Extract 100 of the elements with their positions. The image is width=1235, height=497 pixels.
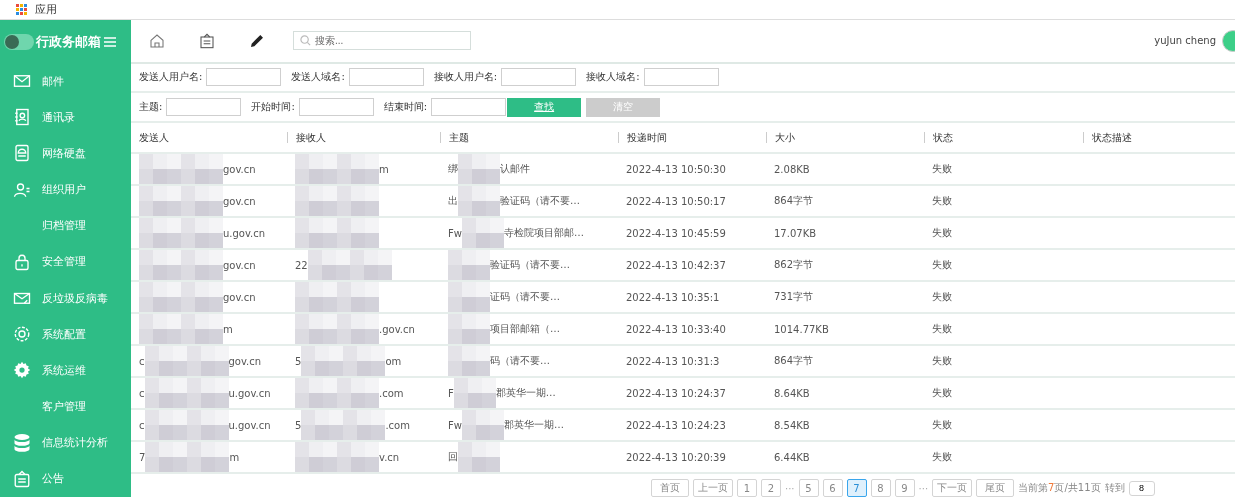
pencil-icon[interactable] [249, 32, 265, 49]
page-button[interactable]: 1 [737, 479, 757, 497]
table-cell-text: 认邮件 [500, 162, 530, 176]
page-button[interactable]: 2 [761, 479, 781, 497]
table-cell-text: c [139, 355, 145, 367]
filter-input[interactable] [643, 68, 719, 87]
table-cell-text: 2022-4-13 10:20:39 [625, 451, 727, 463]
table-cell-text: u.gov.cn [228, 387, 271, 399]
page-info: 当前第7页/共11页 [1018, 481, 1101, 495]
cog-icon [13, 361, 31, 380]
table-cell-text: m [379, 163, 389, 175]
filter-input[interactable] [501, 68, 577, 87]
sidebar-item[interactable]: 邮件 [0, 63, 131, 100]
table-cell-text: 寺检院项目部邮… [503, 226, 584, 240]
filter-label: 主题: [139, 100, 163, 115]
table-cell-text: 出 [448, 194, 458, 208]
table-cell-text: gov.cn [228, 355, 262, 367]
sidebar-item[interactable]: 归档管理 [0, 207, 131, 244]
user-name[interactable]: yuJun cheng [1154, 35, 1216, 47]
app-grid-icon[interactable] [16, 4, 27, 15]
table-cell-text: 2022-4-13 10:45:59 [625, 227, 727, 239]
search-button[interactable]: 查找 [507, 97, 582, 117]
table-cell-text: v.cn [379, 451, 400, 463]
table-cell-text: 失败 [931, 386, 953, 400]
filter-label: 发送人域名: [291, 70, 345, 85]
table-cell-text: 验证码（请不要… [500, 194, 580, 208]
page-button[interactable]: 尾页 [976, 479, 1015, 497]
table-cell-text: 回 [448, 450, 458, 464]
page-button[interactable]: 5 [798, 479, 819, 497]
goto-page-field[interactable]: 8 [1128, 480, 1155, 496]
table-cell-text: gov.cn [223, 195, 256, 207]
table-cell-text: 6.44KB [773, 451, 811, 463]
table-cell-text: 22 [295, 259, 308, 271]
search-field[interactable]: 搜索... [293, 31, 471, 51]
table-cell-text: 731字节 [773, 290, 815, 304]
filter-label: 开始时间: [251, 100, 295, 115]
column-header: 主题 [440, 132, 618, 143]
table-cell-text: Fw [448, 227, 462, 239]
table-cell-text: 17.07KB [773, 227, 818, 239]
table-cell-text: 8.54KB [773, 419, 811, 431]
table-cell-text: 失败 [931, 418, 953, 432]
home-icon[interactable] [149, 32, 165, 49]
sidebar-item[interactable]: 系统运维 [0, 352, 131, 389]
sidebar-item[interactable]: 信息统计分析 [0, 424, 131, 461]
page-button[interactable]: 7 [846, 479, 867, 497]
filter-input[interactable] [348, 68, 424, 87]
table-cell-text: 2022-4-13 10:35:1 [625, 291, 721, 303]
column-header: 投递时间 [618, 132, 766, 143]
filter-label: 结束时间: [383, 100, 428, 115]
sidebar-item[interactable]: 系统配置 [0, 316, 131, 353]
user-icon [13, 180, 31, 199]
table-cell-text: 失败 [931, 226, 953, 240]
table-cell-text: 失败 [931, 354, 953, 368]
filter-input[interactable] [166, 98, 242, 117]
search-input[interactable]: 搜索... [315, 35, 455, 47]
table-cell-text: gov.cn [223, 259, 256, 271]
filter-label: 发送人用户名: [139, 70, 203, 85]
table-cell-text: 8.64KB [773, 387, 811, 399]
filter-input[interactable] [298, 98, 374, 117]
clipboard-icon[interactable] [199, 32, 215, 49]
sidebar-item[interactable]: 反垃圾反病毒 [0, 280, 131, 317]
menu-icon[interactable] [103, 35, 117, 48]
table-cell-text: 证码（请不要… [490, 290, 560, 304]
table-cell-text: 864字节 [773, 194, 815, 208]
page-ellipsis: ··· [785, 482, 795, 494]
page-button[interactable]: 9 [894, 479, 915, 497]
sidebar-item[interactable]: 通讯录 [0, 99, 131, 136]
app-title: 应用 [35, 2, 57, 17]
table-cell-text: 862字节 [773, 258, 815, 272]
table-cell-text: 864字节 [773, 354, 815, 368]
filter-label: 接收人用户名: [433, 70, 498, 85]
table-cell-text: 2022-4-13 10:24:37 [625, 387, 727, 399]
filter-input[interactable] [431, 98, 507, 117]
page-button[interactable]: 上一页 [693, 479, 733, 497]
sidebar-item[interactable]: 网络硬盘 [0, 135, 131, 172]
table-cell-text: Fw [448, 419, 462, 431]
table-cell-text: om [385, 355, 402, 367]
sidebar-item[interactable]: 客户管理 [0, 388, 131, 425]
brand-title: 行政务邮箱 [36, 32, 101, 51]
page-ellipsis: ··· [918, 482, 929, 494]
sidebar-item[interactable]: 公告 [0, 460, 131, 497]
filter-input[interactable] [206, 68, 282, 87]
table-cell-text: F [448, 387, 454, 399]
page-button[interactable]: 8 [870, 479, 891, 497]
table-cell-text: 失败 [931, 194, 953, 208]
table-cell-text: m [229, 451, 240, 463]
table-cell-text: 失败 [931, 258, 953, 272]
page-button[interactable]: 6 [822, 479, 843, 497]
page-button[interactable]: 首页 [651, 479, 689, 497]
table-cell-text: c [139, 419, 145, 431]
table-cell-text: 郡英华一期… [495, 386, 556, 400]
search-icon [300, 35, 311, 47]
table-cell-text: m [223, 323, 233, 335]
table-cell-text: 失败 [931, 450, 953, 464]
table-cell-text: 2022-4-13 10:33:40 [625, 323, 727, 335]
table-cell-text: 绑 [448, 162, 458, 176]
notice-icon [13, 470, 31, 488]
page-button[interactable]: 下一页 [932, 479, 973, 497]
sidebar-item[interactable]: 组织用户 [0, 171, 131, 208]
sidebar-item[interactable]: 安全管理 [0, 243, 131, 281]
